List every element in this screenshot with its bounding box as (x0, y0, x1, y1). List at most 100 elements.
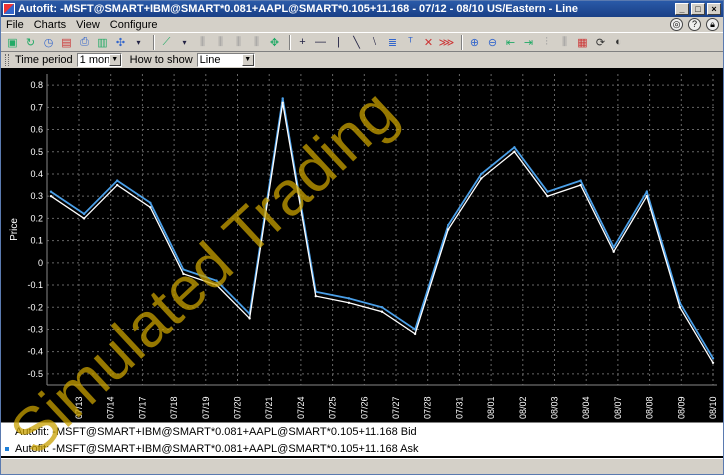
y-axis-label: Price (9, 218, 20, 241)
target-icon[interactable]: ◎ (670, 18, 683, 31)
close-button[interactable]: × (707, 3, 721, 15)
settings-icon[interactable]: ✣ (113, 35, 128, 50)
series-point (645, 194, 648, 198)
bar-icon[interactable]: ⫼ (195, 35, 210, 50)
menu-bar: File Charts View Configure (1, 17, 723, 32)
bar-icon[interactable]: ⫼ (249, 35, 264, 50)
open-icon[interactable]: ▤ (59, 35, 74, 50)
dropdown-icon[interactable]: ▾ (131, 35, 146, 50)
snapshot-icon[interactable]: ◐ (611, 35, 626, 50)
horizontal-line-icon[interactable]: — (313, 35, 328, 50)
lock-icon[interactable]: 🔒︎ (706, 18, 719, 31)
crosshair-icon[interactable]: + (295, 35, 310, 50)
series-point (612, 250, 615, 253)
x-tick-label: 08/08 (645, 396, 655, 419)
bar-icon[interactable]: ⫼ (231, 35, 246, 50)
x-tick-label: 07/14 (106, 396, 116, 419)
trend-line-icon[interactable]: ╲ (349, 35, 364, 50)
series-point (480, 172, 483, 176)
x-tick-label: 07/24 (296, 396, 306, 419)
y-tick-label: 0.8 (30, 80, 43, 90)
minimize-button[interactable]: _ (675, 3, 689, 15)
fit-icon[interactable]: ⫶ (539, 35, 554, 50)
vertical-line-icon[interactable]: | (331, 35, 346, 50)
x-tick-label: 08/10 (708, 396, 718, 419)
legend-entry-bid[interactable]: Autofit: -MSFT@SMART+IBM@SMART*0.081+AAP… (1, 424, 723, 440)
y-tick-label: 0.6 (30, 125, 43, 135)
how-to-show-value: Line (199, 54, 221, 66)
chart-type-icon[interactable]: ▥ (95, 35, 110, 50)
menu-configure[interactable]: Configure (105, 19, 163, 31)
status-bar (1, 458, 723, 474)
new-chart-icon[interactable]: ▣ (5, 35, 20, 50)
bar-icon[interactable]: ⫼ (213, 35, 228, 50)
how-to-show-select[interactable]: Line ▼ (196, 53, 255, 67)
fibonacci-icon[interactable]: ≣ (385, 35, 400, 50)
series-point (49, 190, 53, 193)
x-tick-label: 08/02 (518, 396, 528, 419)
x-tick-label: 07/18 (169, 396, 179, 419)
scroll-left-icon[interactable]: ⇤ (503, 35, 518, 50)
app-icon (3, 3, 15, 15)
refresh-icon[interactable]: ↻ (23, 35, 38, 50)
legend: Autofit: -MSFT@SMART+IBM@SMART*0.081+AAP… (1, 422, 723, 456)
price-chart[interactable]: Price 0.8 0.7 0.6 0.5 0.4 0.3 0.2 0.1 0 -0.1 -0.2 -0… (1, 68, 723, 422)
series-point (579, 183, 582, 187)
series-point (248, 317, 251, 320)
series-point (314, 294, 317, 298)
x-tick-label: 07/28 (423, 396, 433, 419)
maximize-button[interactable]: □ (691, 3, 705, 15)
title-bar[interactable]: Autofit: -MSFT@SMART+IBM@SMART*0.081+AAP… (1, 1, 723, 17)
series-point (347, 301, 351, 305)
series-point (546, 194, 549, 198)
line-study-icon[interactable]: ⟋ (159, 35, 174, 50)
print-icon[interactable]: ⎙ (77, 35, 92, 50)
menu-charts[interactable]: Charts (29, 19, 71, 31)
series-point (480, 177, 483, 180)
x-tick-label: 07/17 (137, 396, 147, 419)
series-point (281, 101, 284, 105)
menu-view[interactable]: View (71, 19, 105, 31)
channel-icon[interactable]: ⧵ (367, 35, 382, 50)
series-point (380, 310, 384, 313)
x-tick-label: 07/19 (201, 396, 211, 419)
zoom-in-icon[interactable]: ⊕ (467, 35, 482, 50)
rotate-icon[interactable]: ⟳ (593, 35, 608, 50)
delete-icon[interactable]: ✕ (421, 35, 436, 50)
legend-swatch (5, 430, 9, 434)
scroll-right-icon[interactable]: ⇥ (521, 35, 536, 50)
series-point (182, 272, 185, 276)
legend-entry-ask[interactable]: Autofit: -MSFT@SMART+IBM@SMART*0.081+AAP… (1, 441, 723, 457)
color-icon[interactable]: ▦ (575, 35, 590, 50)
zoom-out-icon[interactable]: ⊖ (485, 35, 500, 50)
clock-icon[interactable]: ◷ (41, 35, 56, 50)
series-point (513, 150, 516, 153)
series-point (513, 146, 516, 149)
series-point (447, 223, 450, 227)
move-icon[interactable]: ✥ (267, 35, 282, 50)
y-tick-label: -0.3 (27, 324, 43, 334)
x-tick-label: 07/31 (454, 396, 464, 419)
options-bar: Time period 1 month ▼ How to show Line ▼ (1, 52, 723, 68)
legend-label: Autofit: -MSFT@SMART+IBM@SMART*0.081+AAP… (15, 443, 419, 455)
y-tick-label: 0.2 (30, 213, 43, 223)
grip-handle[interactable] (5, 54, 9, 66)
series-point (215, 279, 218, 282)
bar-icon[interactable]: ⫼ (557, 35, 572, 50)
menu-file[interactable]: File (1, 19, 29, 31)
series-point (612, 246, 615, 249)
series-point (149, 201, 152, 205)
series-point (182, 268, 185, 271)
y-tick-label: 0 (38, 258, 43, 268)
bid-series-line (50, 102, 714, 364)
series-point (116, 183, 119, 187)
chart-panel[interactable]: Price 0.8 0.7 0.6 0.5 0.4 0.3 0.2 0.1 0 -0.1 -0.2 -0… (1, 68, 723, 458)
chart-window: Autofit: -MSFT@SMART+IBM@SMART*0.081+AAP… (0, 0, 724, 475)
how-to-show-label: How to show (129, 54, 193, 66)
delete-all-icon[interactable]: ⋙ (439, 35, 455, 50)
time-period-select[interactable]: 1 month ▼ (76, 53, 122, 67)
y-tick-label: 0.7 (30, 102, 43, 112)
dropdown-icon[interactable]: ▾ (177, 35, 192, 50)
text-icon[interactable]: ᵀ (403, 35, 418, 50)
help-icon[interactable]: ? (688, 18, 701, 31)
